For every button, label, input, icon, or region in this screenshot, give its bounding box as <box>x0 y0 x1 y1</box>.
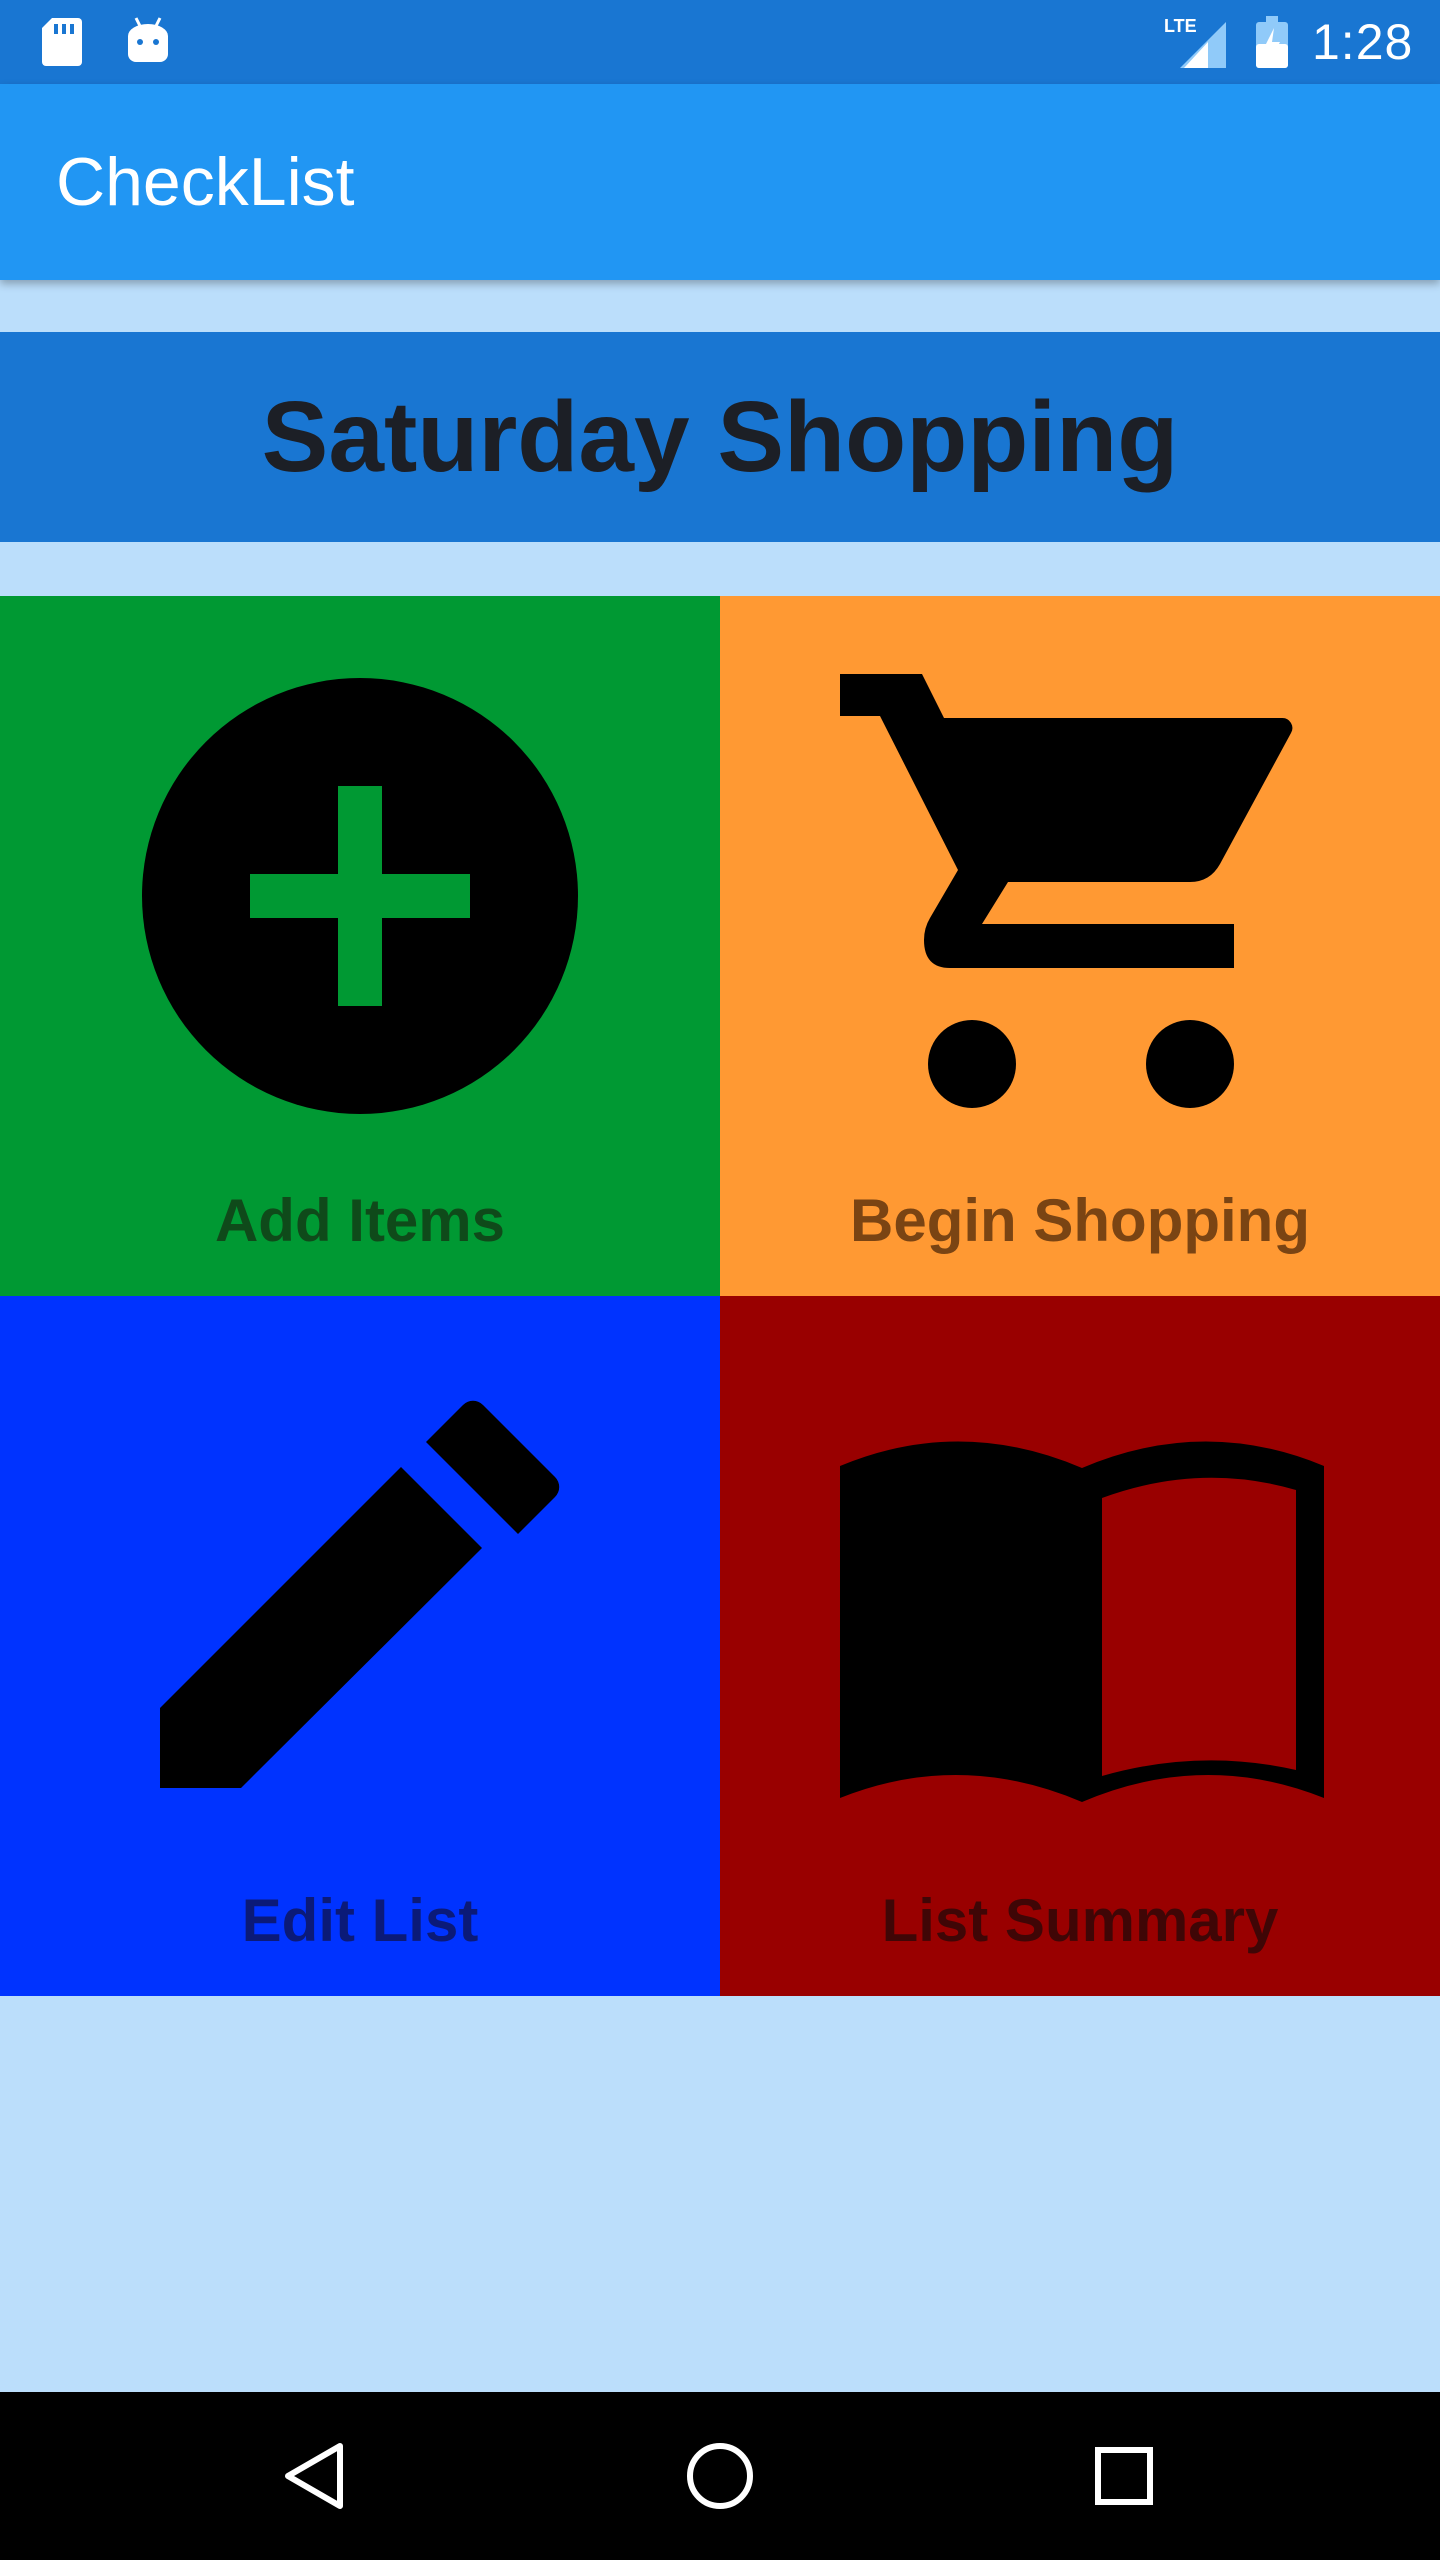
recents-icon[interactable] <box>1084 2436 1164 2516</box>
battery-charging-icon <box>1256 16 1288 68</box>
navigation-bar <box>0 2392 1440 2560</box>
list-title-banner: Saturday Shopping <box>0 332 1440 542</box>
back-icon[interactable] <box>276 2436 356 2516</box>
add-items-button[interactable]: Add Items <box>0 596 720 1296</box>
android-icon <box>128 17 168 62</box>
begin-shopping-button[interactable]: Begin Shopping <box>720 596 1440 1296</box>
app-bar: CheckList <box>0 84 1440 280</box>
home-icon[interactable] <box>680 2436 760 2516</box>
edit-list-label: Edit List <box>241 1887 479 1954</box>
status-bar: LTE 1:28 <box>0 0 1440 84</box>
list-title: Saturday Shopping <box>261 380 1179 493</box>
open-book-icon <box>840 1441 1324 1802</box>
edit-list-button[interactable]: Edit List <box>0 1296 720 1996</box>
status-clock: 1:28 <box>1312 14 1414 70</box>
sd-card-icon <box>42 18 82 66</box>
list-summary-button[interactable]: List Summary <box>720 1296 1440 1996</box>
add-circle-icon <box>142 678 578 1114</box>
list-summary-label: List Summary <box>881 1887 1279 1954</box>
app-title: CheckList <box>56 144 355 220</box>
begin-shopping-label: Begin Shopping <box>850 1187 1310 1254</box>
add-items-label: Add Items <box>214 1187 506 1254</box>
pencil-icon <box>160 1400 560 1788</box>
lte-signal-icon: LTE <box>1164 16 1226 68</box>
network-label: LTE <box>1164 16 1197 36</box>
shopping-cart-icon <box>840 674 1293 1108</box>
